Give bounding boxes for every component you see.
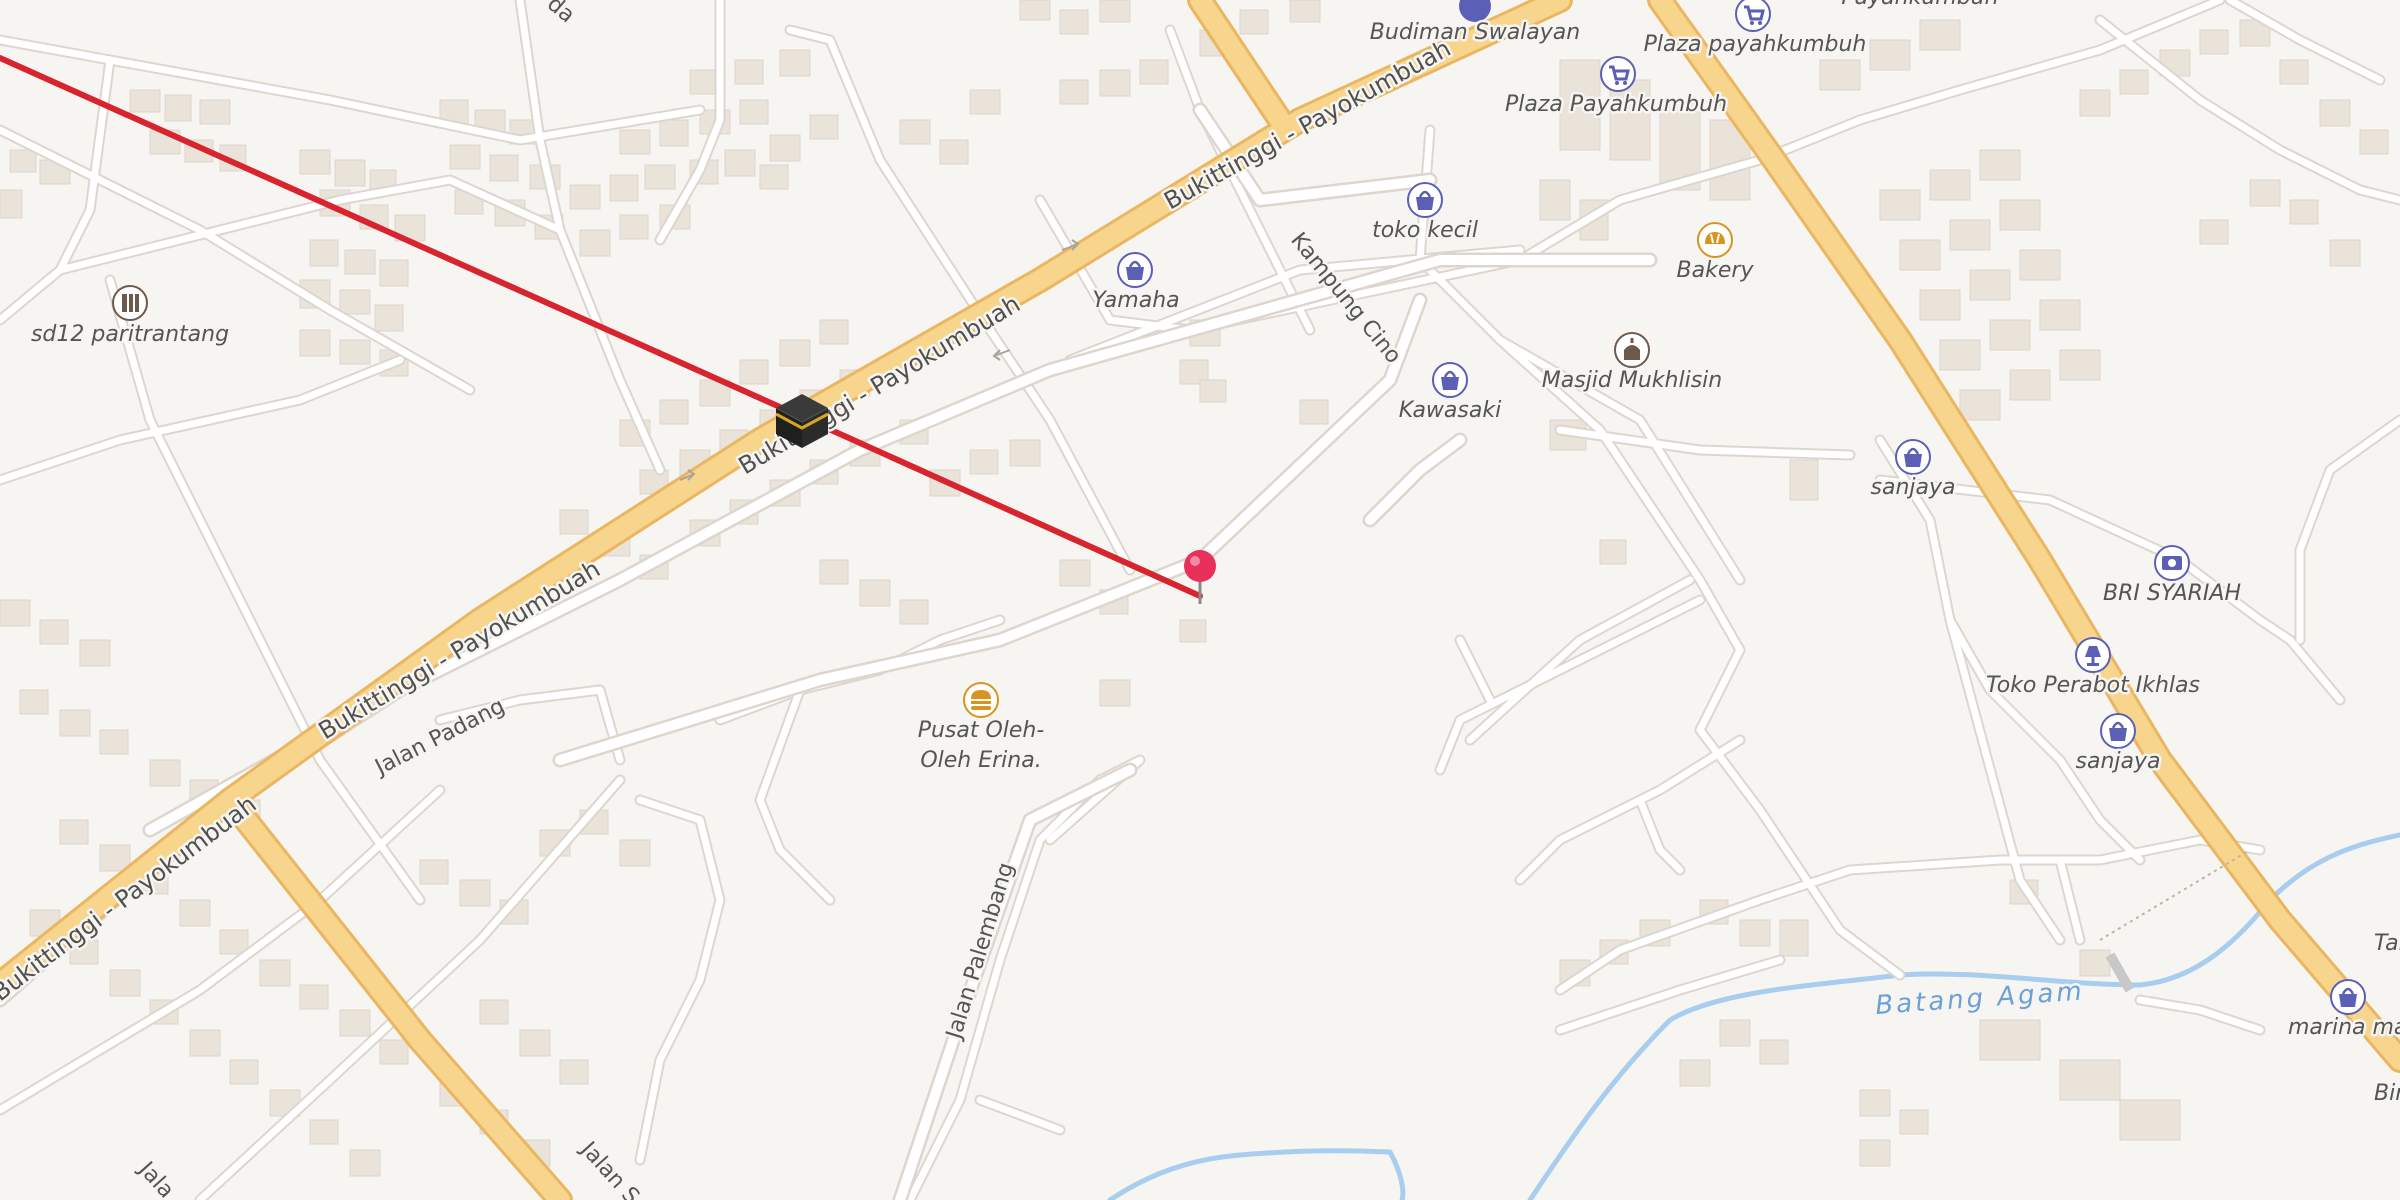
- jalan-palembang-road: [892, 762, 1138, 1200]
- poi-label: Bakery: [1677, 258, 1755, 283]
- river-label: Batang Agam: [1874, 976, 2085, 1021]
- poi-label: Plaza payahkumbuh: [1644, 32, 1867, 57]
- school-icon: [122, 294, 139, 312]
- poi-label: sd12 paritrantang: [31, 322, 229, 347]
- poi-label: Budiman Swalayan: [1370, 20, 1580, 45]
- poi-label: Pusat Oleh-: [918, 718, 1045, 743]
- poi-label: BRI SYARIAH: [2103, 581, 2241, 606]
- poi-marina[interactable]: marina ma: [2286, 979, 2400, 1043]
- poi-label: sanjaya: [1871, 475, 1956, 500]
- poi-toko-perabot-ikhlas[interactable]: Toko Perabot Ikhlas: [1984, 637, 2202, 701]
- secondary-roads-layer: [0, 102, 1658, 1200]
- map-canvas[interactable]: Bukittinggi - Payokumbuah Bukittinggi - …: [0, 0, 2400, 1200]
- poi-label-bin-partial: Bin: [2374, 1081, 2400, 1106]
- poi-label-line2: Oleh Erina.: [920, 748, 1041, 773]
- stream: [1107, 1148, 1406, 1200]
- poi-yamaha[interactable]: Yamaha: [1090, 252, 1182, 316]
- poi-label-payahkumbuh-partial: Payahkumbuh: [1841, 0, 1998, 10]
- road-label-jala: Jala: [132, 1156, 178, 1200]
- poi-sd12-paritrantang[interactable]: sd12 paritrantang: [28, 285, 232, 350]
- poi-bakery[interactable]: Bakery: [1674, 222, 1757, 286]
- road-label-jalan-s: Jalan S: [574, 1136, 644, 1200]
- poi-label: Plaza Payahkumbuh: [1505, 92, 1727, 117]
- poi-label-tam-partial: Tam: [2374, 931, 2400, 956]
- poi-kawasaki[interactable]: Kawasaki: [1396, 362, 1504, 426]
- poi-label: toko kecil: [1372, 218, 1478, 243]
- poi-label: Masjid Mukhlisin: [1542, 368, 1722, 393]
- poi-label: Kawasaki: [1399, 398, 1501, 423]
- poi-bri-syariah[interactable]: BRI SYARIAH: [2101, 545, 2243, 609]
- road-label-top: da: [542, 0, 579, 28]
- dotted-path: [2099, 849, 2251, 941]
- poi-label: sanjaya: [2076, 749, 2161, 774]
- location-pin-icon[interactable]: [1184, 550, 1216, 604]
- poi-label: Yamaha: [1092, 288, 1179, 313]
- poi-label: marina ma: [2288, 1015, 2400, 1040]
- shopping-cart-icon: [1459, 0, 1491, 22]
- poi-masjid-mukhlisin[interactable]: Masjid Mukhlisin: [1539, 332, 1725, 396]
- bank-icon: [2162, 556, 2182, 570]
- poi-label: Toko Perabot Ikhlas: [1986, 673, 2200, 698]
- poi-pusat-oleh-oleh-erina[interactable]: Pusat Oleh- Oleh Erina.: [915, 682, 1047, 776]
